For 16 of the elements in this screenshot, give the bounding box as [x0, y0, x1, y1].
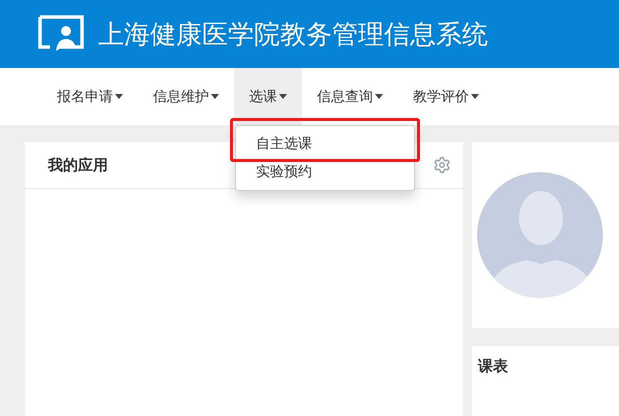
caret-icon [279, 94, 287, 99]
classroom-icon [38, 15, 84, 53]
nav-menu[interactable]: 报名申请 [42, 68, 138, 125]
nav-menu[interactable]: 信息维护 [138, 68, 234, 125]
avatar-icon [477, 172, 603, 298]
panel-title: 我的应用 [48, 156, 108, 174]
app-title: 上海健康医学院教务管理信息系统 [98, 18, 488, 52]
caret-icon [471, 94, 479, 99]
nav-menu[interactable]: 教学评价 [398, 68, 494, 125]
settings-icon[interactable] [433, 156, 451, 174]
nav-menu[interactable]: 选课 [234, 68, 302, 125]
nav-menu[interactable]: 信息查询 [302, 68, 398, 125]
panel-title: 课表 [478, 357, 508, 375]
caret-icon [211, 94, 219, 99]
caret-icon [375, 94, 383, 99]
caret-icon [115, 94, 123, 99]
